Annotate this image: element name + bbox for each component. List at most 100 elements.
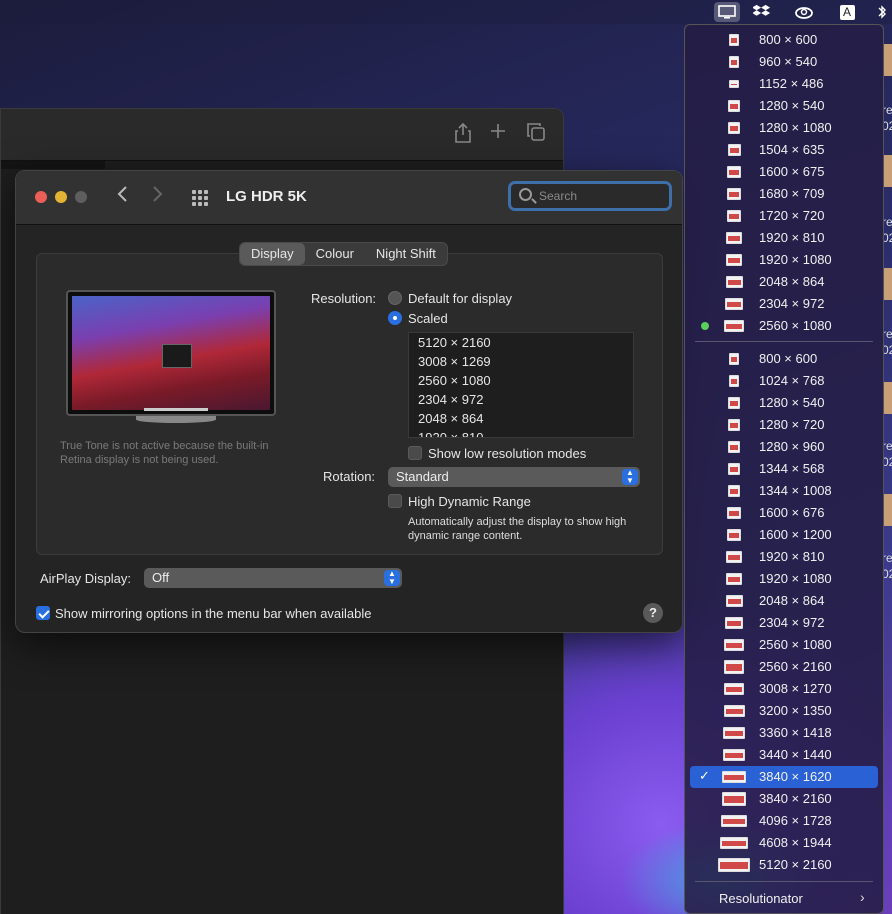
search-input[interactable] — [539, 187, 659, 205]
menu-item-resolution[interactable]: 2304 × 972 — [685, 612, 883, 634]
tab-colour[interactable]: Colour — [305, 243, 365, 265]
menu-item-resolution[interactable]: 1920 × 1080 — [685, 249, 883, 271]
menu-item-resolution[interactable]: 2560 × 1080 — [685, 634, 883, 656]
checkmark-icon: ✓ — [699, 768, 710, 783]
menu-item-label: 2048 × 864 — [759, 274, 825, 289]
bluetooth-icon[interactable] — [872, 2, 892, 22]
airplay-display-label: AirPlay Display: — [40, 571, 132, 586]
menu-item-resolution[interactable]: 3440 × 1440 — [685, 744, 883, 766]
menu-item-label: 2304 × 972 — [759, 615, 825, 630]
list-item[interactable]: 3008 × 1269 — [409, 352, 633, 371]
menu-item-resolution[interactable]: 1920 × 1080 — [685, 568, 883, 590]
menu-item-resolution[interactable]: 1280 × 720 — [685, 414, 883, 436]
back-button[interactable] — [116, 183, 128, 209]
scaled-resolution-radio[interactable] — [388, 311, 402, 325]
show-all-grid-icon[interactable] — [192, 190, 208, 206]
list-item[interactable]: 2560 × 1080 — [409, 371, 633, 390]
menu-item-resolution[interactable]: 1680 × 709 — [685, 183, 883, 205]
resolution-icon — [722, 771, 746, 783]
forward-button[interactable] — [152, 183, 164, 209]
menu-item-resolution[interactable]: 1720 × 720 — [685, 205, 883, 227]
menu-item-resolution[interactable]: 2048 × 864 — [685, 590, 883, 612]
menu-item-label: 3008 × 1270 — [759, 681, 832, 696]
menu-item-label: 2560 × 1080 — [759, 637, 832, 652]
menu-item-resolution-active[interactable]: 2560 × 1080 — [685, 315, 883, 337]
menu-item-resolution[interactable]: 3008 × 1270 — [685, 678, 883, 700]
resolution-icon — [729, 353, 739, 365]
resolution-icon — [726, 276, 743, 288]
search-field[interactable] — [508, 181, 672, 211]
menu-item-resolution[interactable]: 1152 × 486 — [685, 73, 883, 95]
resolution-icon — [726, 595, 743, 607]
input-source-icon[interactable]: A — [834, 2, 860, 22]
resolution-icon — [727, 507, 741, 519]
display-preview-image — [66, 290, 276, 416]
minimize-button[interactable] — [55, 191, 67, 203]
menu-item-resolution[interactable]: 3200 × 1350 — [685, 700, 883, 722]
resolutionator-menu-item[interactable]: Resolutionator — [719, 891, 803, 906]
show-low-resolution-checkbox[interactable] — [408, 446, 422, 460]
menu-item-resolution[interactable]: 1280 × 540 — [685, 392, 883, 414]
close-button[interactable] — [35, 191, 47, 203]
default-resolution-radio[interactable] — [388, 291, 402, 305]
display-icon[interactable] — [714, 2, 740, 22]
menu-item-resolution[interactable]: 1600 × 676 — [685, 502, 883, 524]
airplay-display-select[interactable]: Off ▲ ▼ — [144, 568, 402, 588]
resolution-icon — [718, 858, 750, 872]
menu-item-resolution[interactable]: 800 × 600 — [685, 348, 883, 370]
menu-item-label: 1920 × 810 — [759, 549, 825, 564]
show-mirroring-checkbox[interactable] — [36, 606, 50, 620]
menu-separator — [695, 341, 873, 342]
menu-item-resolution[interactable]: 1280 × 960 — [685, 436, 883, 458]
menu-item-resolution[interactable]: 2304 × 972 — [685, 293, 883, 315]
menu-item-resolution[interactable]: 960 × 540 — [685, 51, 883, 73]
menu-item-label: 3360 × 1418 — [759, 725, 832, 740]
resolution-icon — [726, 232, 742, 244]
menu-item-resolution[interactable]: 4608 × 1944 — [685, 832, 883, 854]
list-item[interactable]: 2304 × 972 — [409, 390, 633, 409]
resolution-icon — [721, 815, 747, 827]
plus-icon[interactable] — [490, 123, 506, 144]
zoom-button[interactable] — [75, 191, 87, 203]
tab-night-shift[interactable]: Night Shift — [365, 243, 447, 265]
menu-item-resolution[interactable]: 800 × 600 — [685, 29, 883, 51]
duplicate-icon[interactable] — [527, 123, 545, 146]
menu-item-resolution[interactable]: 4096 × 1728 — [685, 810, 883, 832]
share-icon[interactable] — [455, 122, 471, 148]
title-bar: LG HDR 5K — [16, 171, 682, 225]
menu-item-resolution[interactable]: 3840 × 2160 — [685, 788, 883, 810]
menu-item-resolution[interactable]: 1600 × 675 — [685, 161, 883, 183]
high-dynamic-range-checkbox[interactable] — [388, 494, 402, 508]
menu-item-label: 3200 × 1350 — [759, 703, 832, 718]
rotation-select[interactable]: Standard ▲ ▼ — [388, 467, 640, 487]
resolution-icon — [728, 100, 740, 112]
menu-item-resolution[interactable]: 1024 × 768 — [685, 370, 883, 392]
menu-item-resolution[interactable]: 2560 × 2160 — [685, 656, 883, 678]
scaled-resolution-list[interactable]: 5120 × 2160 3008 × 1269 2560 × 1080 2304… — [408, 332, 634, 438]
menu-item-label: 2560 × 2160 — [759, 659, 832, 674]
menu-item-resolution[interactable]: 1280 × 1080 — [685, 117, 883, 139]
list-item[interactable]: 1920 × 810 — [409, 428, 633, 437]
resolution-icon — [725, 298, 743, 310]
menu-item-resolution[interactable]: 1920 × 810 — [685, 546, 883, 568]
menu-item-label: 1720 × 720 — [759, 208, 825, 223]
list-item[interactable]: 5120 × 2160 — [409, 333, 633, 352]
airplay-display-value: Off — [152, 570, 170, 585]
list-item[interactable]: 2048 × 864 — [409, 409, 633, 428]
menu-item-resolution[interactable]: 1504 × 635 — [685, 139, 883, 161]
show-low-resolution-label: Show low resolution modes — [428, 446, 587, 461]
menu-item-resolution[interactable]: 1344 × 1008 — [685, 480, 883, 502]
menu-item-resolution[interactable]: 1344 × 568 — [685, 458, 883, 480]
tab-display[interactable]: Display — [240, 243, 305, 265]
menu-item-label: 1504 × 635 — [759, 142, 825, 157]
menu-item-resolution-selected[interactable]: ✓ 3840 × 1620 — [690, 766, 878, 788]
menu-item-resolution[interactable]: 3360 × 1418 — [685, 722, 883, 744]
menu-item-resolution[interactable]: 5120 × 2160 — [685, 854, 883, 876]
creative-cloud-icon[interactable] — [791, 2, 817, 22]
help-button[interactable]: ? — [643, 603, 663, 623]
menu-item-resolution[interactable]: 2048 × 864 — [685, 271, 883, 293]
menu-item-resolution[interactable]: 1280 × 540 — [685, 95, 883, 117]
menu-item-resolution[interactable]: 1600 × 1200 — [685, 524, 883, 546]
dropbox-icon[interactable] — [749, 2, 775, 22]
menu-item-resolution[interactable]: 1920 × 810 — [685, 227, 883, 249]
